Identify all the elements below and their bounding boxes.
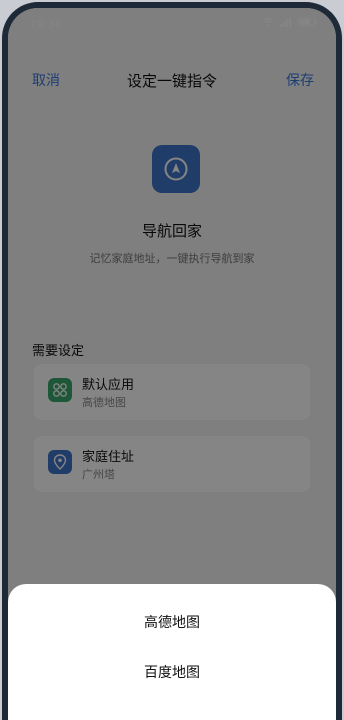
battery-icon: [298, 17, 317, 27]
option-baidu-map[interactable]: 百度地图: [8, 662, 336, 682]
apps-icon: [48, 378, 72, 402]
location-pin-icon: [48, 450, 72, 474]
save-button[interactable]: 保存: [286, 70, 314, 90]
navigation-icon: [152, 145, 200, 193]
status-icons: [262, 17, 318, 27]
phone-frame: 19:30 取消 设定一键指令 保存 导航回家 记忆家庭地址，一键执行导航到家 …: [2, 2, 342, 720]
card-label: 家庭住址: [82, 450, 135, 465]
card-value: 广州塔: [82, 468, 115, 481]
navigation-arrow-icon: [164, 157, 188, 181]
screen: 19:30 取消 设定一键指令 保存 导航回家 记忆家庭地址，一键执行导航到家 …: [8, 8, 336, 720]
feature-description: 记忆家庭地址，一键执行导航到家: [89, 252, 255, 265]
home-address-card[interactable]: 家庭住址 广州塔: [34, 436, 310, 492]
header: 取消 设定一键指令 保存: [8, 64, 336, 94]
wifi-icon: [262, 17, 274, 27]
card-label: 默认应用: [82, 378, 135, 393]
section-title: 需要设定: [32, 344, 85, 359]
status-time: 19:30: [30, 18, 62, 31]
feature-title: 导航回家: [141, 222, 202, 240]
signal-icon: [280, 18, 291, 27]
card-value: 高德地图: [82, 396, 126, 409]
status-bar: 19:30: [8, 8, 336, 38]
default-app-card[interactable]: 默认应用 高德地图: [34, 364, 310, 420]
bottom-sheet: 高德地图 百度地图 取消: [8, 584, 336, 720]
option-gaode-map[interactable]: 高德地图: [8, 612, 336, 632]
